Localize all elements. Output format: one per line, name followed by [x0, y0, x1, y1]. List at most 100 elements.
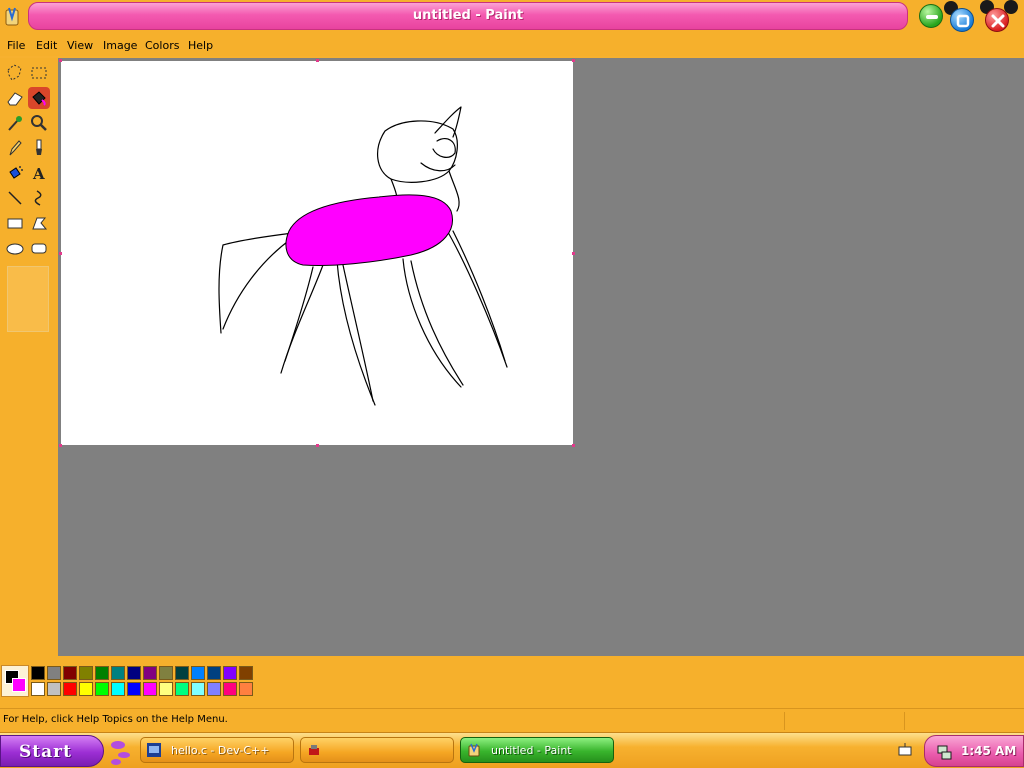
neck-back-stroke — [448, 170, 460, 212]
taskbar-item-paint[interactable]: untitled - Paint — [460, 737, 614, 763]
palette-swatch[interactable] — [143, 666, 157, 680]
palette-swatch[interactable] — [207, 666, 221, 680]
current-colors-indicator[interactable] — [1, 665, 29, 697]
menu-image[interactable]: Image — [103, 38, 137, 54]
text-icon: A — [32, 165, 45, 183]
taskbar-item-label: untitled - Paint — [491, 744, 572, 757]
line-tool[interactable] — [4, 187, 26, 209]
palette-swatch[interactable] — [159, 682, 173, 696]
palette-swatch[interactable] — [111, 666, 125, 680]
palette-swatch[interactable] — [143, 682, 157, 696]
maximize-button[interactable] — [950, 8, 974, 32]
fill-bucket-tool[interactable] — [28, 87, 50, 109]
resize-handle-top-right[interactable] — [572, 59, 575, 62]
palette-swatch[interactable] — [47, 666, 61, 680]
head-stroke — [377, 120, 458, 183]
canvas-work-area — [58, 58, 1024, 656]
palette-swatch[interactable] — [175, 682, 189, 696]
palette-swatch[interactable] — [175, 666, 189, 680]
taskbar: Start hello.c - Dev-C++ untitled - Paint… — [0, 732, 1024, 768]
paint-app-icon[interactable] — [3, 6, 21, 28]
resize-handle-top[interactable] — [316, 59, 319, 62]
rect-select-tool[interactable] — [28, 62, 50, 84]
curve-tool[interactable] — [28, 187, 50, 209]
menu-view[interactable]: View — [67, 38, 93, 54]
palette-swatch[interactable] — [79, 666, 93, 680]
palette-swatch[interactable] — [47, 682, 61, 696]
polygon-icon — [32, 217, 48, 230]
body-fill — [285, 194, 453, 267]
palette-swatch[interactable] — [223, 666, 237, 680]
leg-front-right-stroke — [444, 226, 508, 368]
palette-swatch[interactable] — [207, 682, 221, 696]
menu-bar: File Edit View Image Colors Help — [0, 36, 1024, 56]
resize-handle-bottom-right[interactable] — [572, 444, 575, 447]
line-icon — [8, 191, 22, 205]
palette-swatch[interactable] — [127, 666, 141, 680]
title-bar[interactable]: untitled - Paint — [0, 0, 1024, 36]
fill-bucket-icon — [32, 91, 46, 106]
palette-swatch[interactable] — [239, 682, 253, 696]
palette-swatch[interactable] — [31, 682, 45, 696]
window-title: untitled - Paint — [412, 8, 524, 23]
rectangle-tool[interactable] — [4, 212, 26, 234]
resize-handle-bottom-left[interactable] — [59, 444, 62, 447]
resize-handle-top-left[interactable] — [59, 59, 62, 62]
palette-swatch[interactable] — [191, 666, 205, 680]
leg-front-left-inner-stroke — [410, 260, 464, 386]
close-icon — [991, 14, 1005, 28]
tool-options-panel[interactable] — [7, 266, 49, 332]
leg-back-left-inner-stroke — [284, 266, 314, 362]
free-form-select-tool[interactable] — [4, 62, 26, 84]
taskbar-item-untitled-app[interactable] — [300, 737, 454, 763]
palette-swatch[interactable] — [159, 666, 173, 680]
network-tray-icon[interactable] — [935, 743, 953, 761]
drawing-canvas[interactable] — [59, 59, 575, 447]
magnifier-tool[interactable] — [28, 112, 50, 134]
start-flourish-icon — [111, 741, 130, 765]
resize-handle-right[interactable] — [572, 252, 575, 255]
palette-swatch[interactable] — [95, 666, 109, 680]
drawing — [218, 106, 508, 406]
airbrush-tool[interactable] — [4, 162, 26, 184]
ellipse-tool[interactable] — [4, 237, 26, 259]
color-box — [0, 656, 1024, 708]
taskbar-item-devcpp[interactable]: hello.c - Dev-C++ — [140, 737, 294, 763]
eraser-icon — [7, 92, 23, 106]
brush-tool[interactable] — [28, 137, 50, 159]
palette-swatch[interactable] — [95, 682, 109, 696]
taskbar-item-label: hello.c - Dev-C++ — [171, 744, 270, 757]
palette-swatch[interactable] — [191, 682, 205, 696]
palette-swatch[interactable] — [63, 666, 77, 680]
close-button[interactable] — [985, 8, 1009, 32]
palette-swatch[interactable] — [223, 682, 237, 696]
start-button[interactable]: Start — [0, 735, 104, 767]
palette-swatch[interactable] — [79, 682, 93, 696]
minimize-button[interactable] — [919, 4, 943, 28]
rounded-rect-tool[interactable] — [28, 237, 50, 259]
pencil-tool[interactable] — [4, 137, 26, 159]
menu-help[interactable]: Help — [188, 38, 213, 54]
keyboard-tray-icon[interactable] — [897, 742, 913, 758]
text-tool[interactable]: A — [28, 162, 50, 184]
palette-swatch[interactable] — [111, 682, 125, 696]
clock[interactable]: 1:45 AM — [961, 744, 1016, 758]
free-form-select-icon — [7, 64, 22, 81]
program-icon — [309, 745, 319, 755]
menu-edit[interactable]: Edit — [36, 38, 57, 54]
brush-icon — [36, 139, 42, 155]
tail-inner-stroke — [222, 238, 292, 330]
polygon-tool[interactable] — [28, 212, 50, 234]
devcpp-icon — [147, 743, 161, 757]
eraser-tool[interactable] — [4, 87, 26, 109]
color-picker-tool[interactable] — [4, 112, 26, 134]
menu-file[interactable]: File — [7, 38, 25, 54]
palette-swatch[interactable] — [31, 666, 45, 680]
palette-swatch[interactable] — [127, 682, 141, 696]
rect-select-icon — [31, 67, 47, 79]
menu-colors[interactable]: Colors — [145, 38, 179, 54]
palette-swatch[interactable] — [63, 682, 77, 696]
resize-handle-bottom[interactable] — [316, 444, 319, 447]
palette-swatch[interactable] — [239, 666, 253, 680]
resize-handle-left[interactable] — [59, 252, 62, 255]
